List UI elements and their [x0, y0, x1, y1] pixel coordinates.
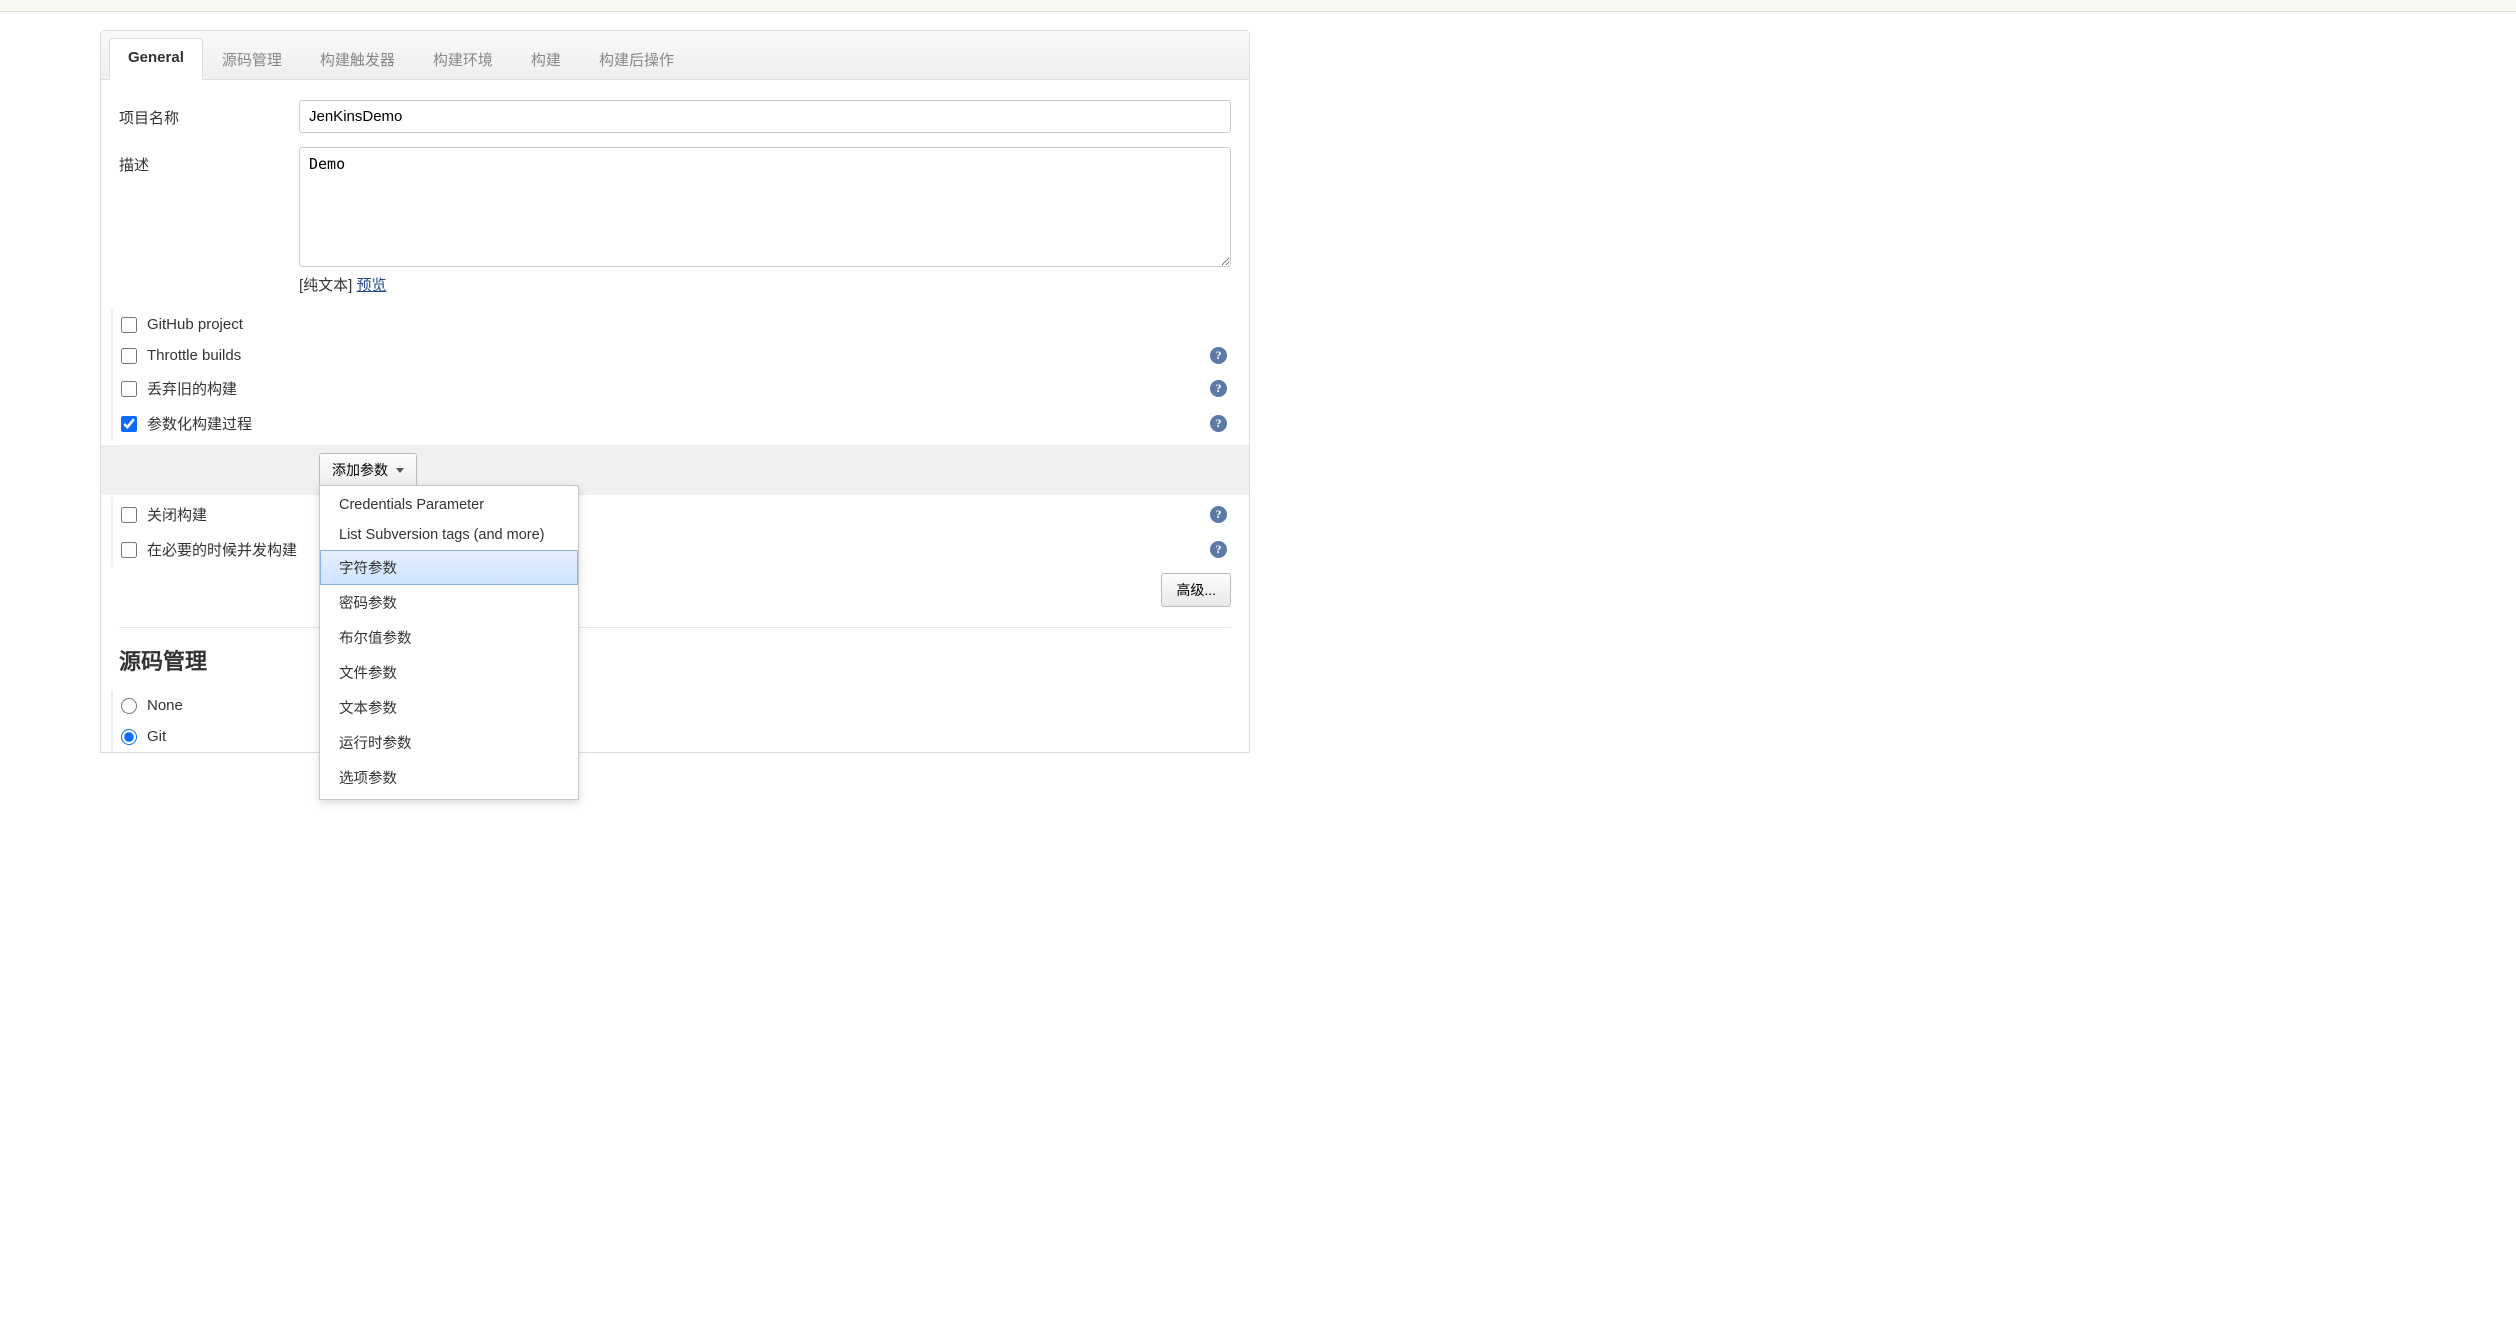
project-name-input[interactable] [299, 100, 1231, 133]
opt-row-0: GitHub project [121, 309, 1231, 340]
project-name-label: 项目名称 [119, 100, 299, 128]
param-option-1[interactable]: List Subversion tags (and more) [320, 520, 578, 550]
form-area: 项目名称 描述 [纯文本] 预览 GitHub project Throttle … [101, 80, 1249, 752]
chevron-down-icon [396, 468, 404, 473]
opt-label-0: GitHub project [147, 316, 243, 333]
opt2-label-0: 关闭构建 [147, 504, 207, 525]
section-divider [119, 627, 1231, 628]
add-parameter-menu: Credentials ParameterList Subversion tag… [319, 485, 579, 800]
general-options: GitHub projectThrottle builds?丢弃旧的构建?参数化… [111, 309, 1231, 441]
opt-checkbox-3[interactable] [121, 416, 137, 432]
tab-3[interactable]: 构建环境 [414, 38, 512, 80]
opt-row-3: 参数化构建过程? [121, 406, 1231, 441]
tab-1[interactable]: 源码管理 [203, 38, 301, 80]
param-option-7[interactable]: 运行时参数 [320, 725, 578, 760]
param-option-2[interactable]: 字符参数 [320, 550, 578, 585]
preview-link[interactable]: 预览 [357, 277, 387, 294]
help-icon[interactable]: ? [1210, 506, 1227, 523]
opt-label-1: Throttle builds [147, 347, 241, 364]
scm-label-0: None [147, 697, 183, 714]
param-option-4[interactable]: 布尔值参数 [320, 620, 578, 655]
help-icon[interactable]: ? [1210, 541, 1227, 558]
top-bar [0, 0, 2516, 12]
tab-0[interactable]: General [109, 38, 203, 80]
opt2-row-1: 在必要的时候并发构建? [121, 532, 1231, 567]
opt2-label-1: 在必要的时候并发构建 [147, 539, 297, 560]
tab-2[interactable]: 构建触发器 [301, 38, 414, 80]
add-parameter-row: 添加参数 Credentials ParameterList Subversio… [101, 445, 1249, 495]
scm-radio-1[interactable] [121, 729, 137, 745]
config-panel: General源码管理构建触发器构建环境构建构建后操作 项目名称 描述 [纯文本… [100, 30, 1250, 753]
opt-label-2: 丢弃旧的构建 [147, 378, 237, 399]
advanced-row: 高级... [119, 567, 1231, 621]
add-parameter-label: 添加参数 [332, 460, 388, 480]
opt-checkbox-2[interactable] [121, 381, 137, 397]
scm-row-1: Git [121, 721, 1231, 752]
opt2-row-0: 关闭构建? [121, 497, 1231, 532]
scm-radio-0[interactable] [121, 698, 137, 714]
opt-row-1: Throttle builds? [121, 340, 1231, 371]
tab-5[interactable]: 构建后操作 [580, 38, 693, 80]
scm-label-1: Git [147, 728, 166, 745]
help-icon[interactable]: ? [1210, 347, 1227, 364]
scm-row-0: None [121, 690, 1231, 721]
opt-checkbox-0[interactable] [121, 317, 137, 333]
row-description: 描述 [纯文本] 预览 [119, 147, 1231, 295]
general-options-after: 关闭构建?在必要的时候并发构建? [111, 497, 1231, 567]
add-parameter-button[interactable]: 添加参数 [319, 453, 417, 487]
opt2-checkbox-1[interactable] [121, 542, 137, 558]
param-option-6[interactable]: 文本参数 [320, 690, 578, 725]
tab-4[interactable]: 构建 [512, 38, 580, 80]
advanced-button[interactable]: 高级... [1161, 573, 1231, 607]
description-textarea[interactable] [299, 147, 1231, 267]
scm-section-header: 源码管理 [119, 640, 1231, 690]
param-option-8[interactable]: 选项参数 [320, 760, 578, 795]
tab-bar: General源码管理构建触发器构建环境构建构建后操作 [101, 31, 1249, 80]
opt-label-3: 参数化构建过程 [147, 413, 252, 434]
opt-row-2: 丢弃旧的构建? [121, 371, 1231, 406]
help-icon[interactable]: ? [1210, 415, 1227, 432]
opt-checkbox-1[interactable] [121, 348, 137, 364]
param-option-5[interactable]: 文件参数 [320, 655, 578, 690]
param-option-3[interactable]: 密码参数 [320, 585, 578, 620]
description-label: 描述 [119, 147, 299, 175]
opt2-checkbox-0[interactable] [121, 507, 137, 523]
param-option-0[interactable]: Credentials Parameter [320, 490, 578, 520]
help-icon[interactable]: ? [1210, 380, 1227, 397]
description-hint: [纯文本] 预览 [299, 274, 1231, 295]
plain-text-label: [纯文本] [299, 277, 352, 294]
scm-options: None Git [111, 690, 1231, 752]
row-project-name: 项目名称 [119, 100, 1231, 133]
